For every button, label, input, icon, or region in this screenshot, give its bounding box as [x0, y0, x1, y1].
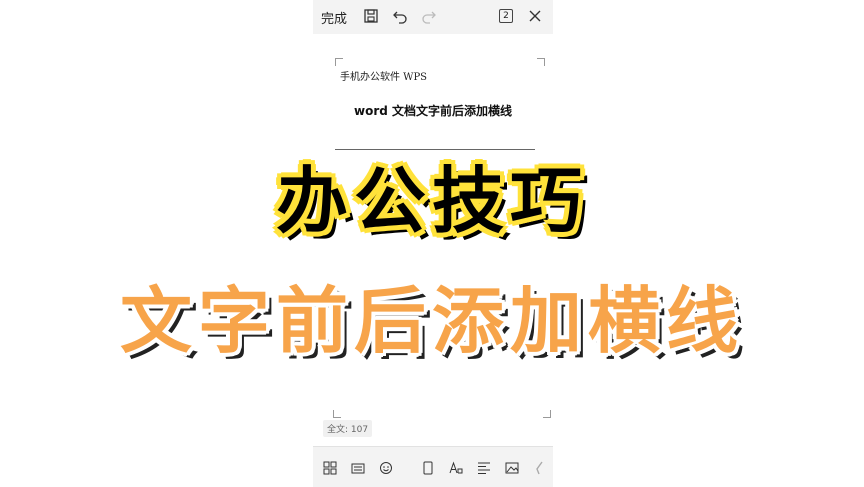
page-icon[interactable] [421, 461, 435, 475]
document-text-line: 手机办公软件 WPS [340, 72, 428, 83]
done-button[interactable]: 完成 [321, 8, 347, 27]
pen-icon[interactable] [533, 461, 547, 475]
align-icon[interactable] [477, 461, 491, 475]
margin-corner [537, 58, 545, 66]
redo-icon[interactable] [421, 8, 437, 24]
undo-icon[interactable] [392, 8, 408, 24]
image-icon[interactable] [505, 461, 519, 475]
save-icon[interactable] [363, 8, 379, 24]
document-heading: word 文档文字前后添加横线 [353, 104, 513, 118]
keyboard-icon[interactable] [351, 461, 365, 475]
emoji-icon[interactable] [379, 461, 393, 475]
phone-screen: 完成 2 手机办公软件 WPS word 文档文字前后添加横线 全文: 107 [313, 0, 553, 487]
top-toolbar: 完成 2 [313, 0, 553, 35]
bottom-toolbar [313, 446, 553, 487]
margin-corner [333, 410, 341, 418]
document-canvas[interactable]: 手机办公软件 WPS word 文档文字前后添加横线 [313, 34, 553, 444]
font-icon[interactable] [449, 461, 463, 475]
horizontal-rule [335, 149, 535, 150]
close-icon[interactable] [527, 8, 543, 24]
word-count-badge: 全文: 107 [323, 420, 373, 437]
page-count-icon[interactable]: 2 [499, 9, 513, 23]
margin-corner [335, 58, 343, 66]
grid-icon[interactable] [323, 461, 337, 475]
margin-corner [543, 410, 551, 418]
